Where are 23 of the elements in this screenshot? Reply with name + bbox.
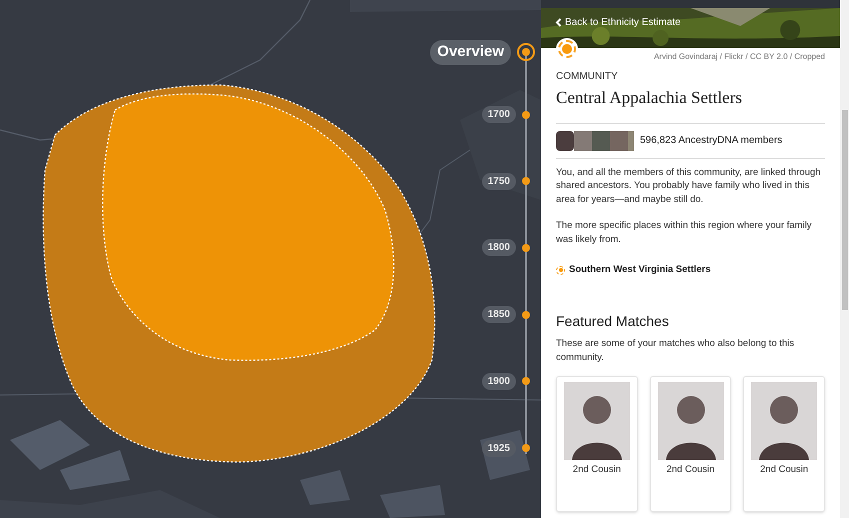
member-avatars-icon: [556, 130, 634, 150]
avatar-icon: [658, 382, 724, 460]
avatar-icon: [564, 382, 630, 460]
section-heading: Featured Matches: [556, 312, 670, 332]
match-card[interactable]: 2nd Cousin: [650, 376, 732, 512]
description-text: The more specific places within this region where your family was likely from.: [556, 219, 813, 246]
back-link[interactable]: Back to Ethnicity Estimate: [555, 15, 681, 30]
community-dot-icon: [556, 266, 565, 275]
member-count: 596,823 AncestryDNA members: [640, 134, 782, 148]
relationship-label: 2nd Cousin: [572, 463, 621, 478]
description-text: You, and all the members of this community, are linked through shared ancestors. You probably have family who lived in this area for years—and maybe still do.: [556, 166, 822, 206]
relationship-label: 2nd Cousin: [760, 463, 808, 478]
match-card[interactable]: 2nd Cousin: [743, 376, 826, 512]
chevron-left-icon: [555, 18, 562, 27]
section-description: These are some of your matches who also belong to this community.: [556, 337, 796, 364]
match-card[interactable]: 2nd Cousin: [556, 376, 638, 512]
eyebrow-label: COMMUNITY: [556, 70, 619, 84]
relationship-label: 2nd Cousin: [666, 463, 715, 478]
community-title: Central Appalachia Settlers: [556, 87, 743, 109]
avatar-icon: [751, 382, 818, 460]
scrollbar-thumb[interactable]: [842, 110, 848, 310]
photo-credit: Arvind Govindaraj / Flickr / CC BY 2.0 / Cropped: [652, 51, 825, 63]
sub-community-link[interactable]: Southern West Virginia Settlers: [556, 263, 825, 278]
